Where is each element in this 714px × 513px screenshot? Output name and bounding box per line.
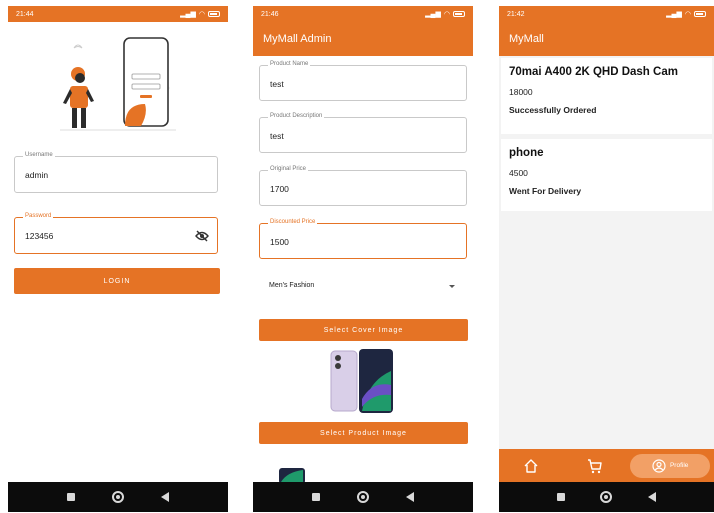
category-dropdown[interactable]: Men's Fashion <box>259 274 467 296</box>
system-nav-bar <box>8 482 228 512</box>
order-card[interactable]: 70mai A400 2K QHD Dash Cam 18000 Success… <box>501 58 712 134</box>
wifi-icon: ◠ <box>684 11 691 18</box>
app-bar: MyMall Admin <box>253 22 473 56</box>
signal-icon: ▂▄▆ <box>425 11 441 18</box>
signal-icon: ▂▄▆ <box>180 11 196 18</box>
profile-tab[interactable]: Profile <box>630 453 711 478</box>
cart-icon <box>587 458 602 473</box>
order-title: 70mai A400 2K QHD Dash Cam <box>509 66 678 78</box>
app-title: MyMall <box>509 33 544 45</box>
field-label: Original Price <box>268 166 309 172</box>
password-value: 123456 <box>25 231 54 241</box>
cover-image-preview <box>330 349 393 413</box>
home-button-icon[interactable] <box>356 491 369 503</box>
app-title: MyMall Admin <box>263 33 332 45</box>
field-value: 1700 <box>270 184 289 194</box>
battery-icon <box>694 11 706 17</box>
status-icons: ▂▄▆ ◠ <box>666 10 706 18</box>
app-bar: MyMall <box>499 22 714 56</box>
login-screen: 21:44 ▂▄▆ ◠ Username admin Password 1234… <box>8 6 228 512</box>
username-label: Username <box>23 152 55 158</box>
battery-icon <box>208 11 220 17</box>
status-time: 21:42 <box>507 10 525 18</box>
back-icon[interactable] <box>161 492 170 502</box>
chevron-down-icon <box>449 285 455 288</box>
recent-apps-icon[interactable] <box>556 493 565 501</box>
recent-apps-icon[interactable] <box>66 493 75 501</box>
status-time: 21:46 <box>261 10 279 18</box>
field-label: Product Description <box>268 113 325 119</box>
status-bar: 21:46 ▂▄▆ ◠ <box>253 6 473 22</box>
status-icons: ▂▄▆ ◠ <box>425 10 465 18</box>
wifi-icon: ◠ <box>198 11 205 18</box>
product-name-field[interactable]: Product Name test <box>259 61 467 101</box>
home-tab[interactable] <box>499 449 563 482</box>
home-button-icon[interactable] <box>600 491 613 503</box>
select-product-image-button[interactable]: Select Product Image <box>259 422 468 444</box>
password-field[interactable]: Password 123456 <box>14 213 218 254</box>
order-price: 4500 <box>509 168 528 178</box>
back-icon[interactable] <box>648 492 657 502</box>
status-icons: ▂▄▆ ◠ <box>180 10 220 18</box>
login-illustration <box>60 37 176 131</box>
field-label: Discounted Price <box>268 219 318 225</box>
password-label: Password <box>23 213 54 219</box>
order-status: Went For Delivery <box>509 186 582 196</box>
discounted-price-field[interactable]: Discounted Price 1500 <box>259 219 467 259</box>
system-nav-bar <box>253 482 473 512</box>
order-price: 18000 <box>509 87 533 97</box>
username-value: admin <box>25 170 49 180</box>
product-description-field[interactable]: Product Description test <box>259 113 467 153</box>
back-icon[interactable] <box>406 492 415 502</box>
home-icon <box>524 458 538 473</box>
field-value: 1500 <box>270 237 289 247</box>
admin-screen: 21:46 ▂▄▆ ◠ MyMall Admin Product Name te… <box>253 6 473 512</box>
orders-screen: 21:42 ▂▄▆ ◠ MyMall 70mai A400 2K QHD Das… <box>499 6 714 512</box>
order-card[interactable]: phone 4500 Went For Delivery <box>501 139 712 211</box>
recent-apps-icon[interactable] <box>311 493 320 501</box>
signal-icon: ▂▄▆ <box>666 11 682 18</box>
order-title: phone <box>509 147 544 159</box>
username-field[interactable]: Username admin <box>14 152 218 193</box>
status-time: 21:44 <box>16 10 34 18</box>
bottom-navigation: Profile <box>499 449 714 482</box>
home-button-icon[interactable] <box>111 491 124 503</box>
field-value: test <box>270 131 284 141</box>
battery-icon <box>453 11 465 17</box>
original-price-field[interactable]: Original Price 1700 <box>259 166 467 206</box>
select-cover-image-button[interactable]: Select Cover Image <box>259 319 468 341</box>
category-selected: Men's Fashion <box>269 282 315 289</box>
status-bar: 21:44 ▂▄▆ ◠ <box>8 6 228 22</box>
order-status: Successfully Ordered <box>509 105 597 115</box>
system-nav-bar <box>499 482 714 512</box>
profile-icon <box>652 458 666 473</box>
login-button[interactable]: LOGIN <box>14 268 220 294</box>
profile-label: Profile <box>669 462 689 469</box>
cart-tab[interactable] <box>563 449 627 482</box>
status-bar: 21:42 ▂▄▆ ◠ <box>499 6 714 22</box>
field-value: test <box>270 79 284 89</box>
field-label: Product Name <box>268 61 311 67</box>
wifi-icon: ◠ <box>443 11 450 18</box>
eye-off-icon[interactable] <box>195 230 209 242</box>
